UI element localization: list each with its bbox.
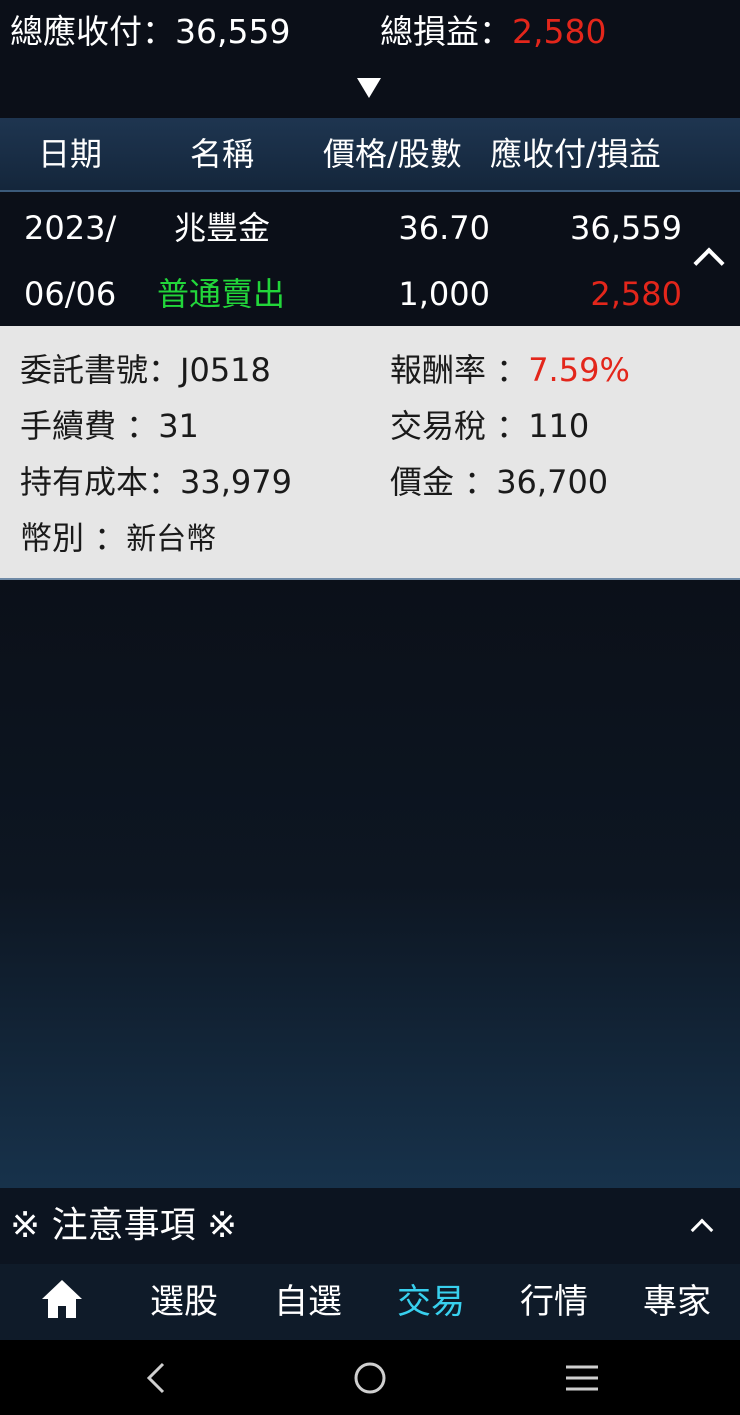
amount-value: 36,700 (496, 463, 609, 501)
row-pnl: 2,580 (590, 275, 682, 313)
system-navigation-bar (0, 1340, 740, 1415)
total-receivable: 總應收付：36,559 (10, 10, 290, 54)
notice-bar[interactable]: ※ 注意事項 ※ (0, 1188, 740, 1264)
tab-trade[interactable]: 交易 (397, 1278, 465, 1326)
menu-icon[interactable] (562, 1358, 602, 1398)
tab-stock-picker[interactable]: 選股 (150, 1278, 218, 1326)
row-price: 36.70 (398, 209, 490, 247)
row-date-year: 2023/ (24, 209, 117, 247)
order-number-value: J0518 (180, 351, 271, 389)
row-order-type: 普通賣出 (157, 275, 286, 313)
tax-value: 110 (528, 407, 590, 445)
currency-value: 新台幣 (126, 522, 217, 557)
table-row[interactable]: 2023/ 06/06 兆豐金 普通賣出 36.70 1,000 36,559 … (0, 192, 740, 326)
summary-bar: 總應收付：36,559 總損益：2,580 (0, 0, 740, 118)
table-header: 日期 名稱 價格/股數 應收付/損益 (0, 118, 740, 192)
detail-panel: 委託書號：J0518 報酬率 ：7.59% 手續費 ：31 交易稅 ：110 持… (0, 326, 740, 580)
bottom-tab-bar: 選股 自選 交易 行情 專家 (0, 1264, 740, 1340)
detail-fee: 手續費 ：31 (20, 404, 199, 448)
circle-home-icon[interactable] (350, 1358, 390, 1398)
detail-tax: 交易稅 ：110 (390, 404, 589, 448)
column-header-date: 日期 (38, 135, 103, 173)
amount-label: 價金 ： (390, 463, 497, 501)
column-header-receivable-pnl: 應收付/損益 (490, 135, 661, 173)
holding-cost-value: 33,979 (180, 463, 292, 501)
total-pnl-value: 2,580 (512, 12, 607, 51)
column-header-name: 名稱 (190, 135, 255, 173)
tab-expert[interactable]: 專家 (643, 1278, 711, 1326)
holding-cost-label: 持有成本： (20, 463, 181, 501)
tab-market[interactable]: 行情 (520, 1278, 588, 1326)
chevron-up-icon[interactable] (693, 247, 725, 279)
fee-value: 31 (158, 407, 199, 445)
row-stock-name: 兆豐金 (174, 209, 271, 247)
column-header-price-shares: 價格/股數 (323, 135, 462, 173)
detail-currency: 幣別 ：新台幣 (20, 516, 216, 562)
chevron-down-icon[interactable] (357, 78, 381, 98)
back-icon[interactable] (136, 1358, 176, 1398)
chevron-up-icon[interactable] (690, 1218, 714, 1242)
tax-label: 交易稅 ： (390, 407, 529, 445)
detail-amount: 價金 ：36,700 (390, 460, 608, 504)
fee-label: 手續費 ： (20, 407, 159, 445)
row-date-day: 06/06 (24, 275, 117, 313)
notice-title: ※ 注意事項 ※ (10, 1205, 238, 1246)
tab-watchlist[interactable]: 自選 (274, 1278, 342, 1326)
row-receivable: 36,559 (570, 209, 682, 247)
empty-list-area (0, 580, 740, 1188)
total-pnl: 總損益：2,580 (380, 10, 606, 54)
total-pnl-label: 總損益： (380, 12, 512, 51)
return-rate-value: 7.59% (528, 351, 630, 389)
total-receivable-label: 總應收付： (10, 12, 175, 51)
detail-order-number: 委託書號：J0518 (20, 348, 271, 392)
currency-label: 幣別 ： (20, 519, 127, 557)
detail-return-rate: 報酬率 ：7.59% (390, 348, 630, 392)
return-rate-label: 報酬率 ： (390, 351, 529, 389)
home-icon[interactable] (40, 1278, 84, 1320)
detail-holding-cost: 持有成本：33,979 (20, 460, 292, 504)
order-number-label: 委託書號： (20, 351, 181, 389)
row-shares: 1,000 (398, 275, 490, 313)
total-receivable-value: 36,559 (175, 12, 291, 51)
